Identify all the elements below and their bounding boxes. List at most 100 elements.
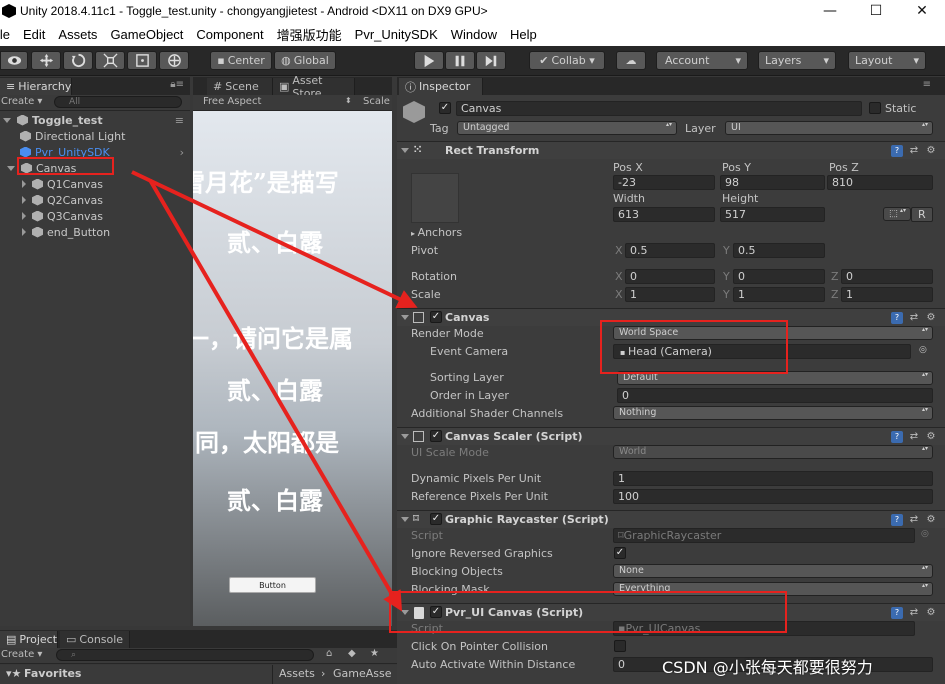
hierarchy-item-q3canvas[interactable]: Q3Canvas <box>0 208 190 224</box>
hierarchy-item-end-button[interactable]: end_Button <box>0 224 190 240</box>
menu-file[interactable]: ile <box>0 27 10 42</box>
tab-project[interactable]: ▤ Project <box>0 631 58 648</box>
filter-icon[interactable]: ⌂ <box>326 648 332 659</box>
pos-x-field[interactable]: -23 <box>613 175 715 190</box>
game-ui-button[interactable]: Button <box>229 577 316 593</box>
scene-menu-icon[interactable]: ≡ <box>175 114 184 127</box>
panel-menu-icon[interactable]: 🔒︎≡ <box>170 79 184 90</box>
gear-icon[interactable]: ⚙ <box>925 431 937 443</box>
collab-button[interactable]: ✔ Collab ▾ <box>529 51 605 70</box>
layer-dropdown[interactable]: UI <box>725 121 933 135</box>
game-view[interactable]: 雪月花”是描写 贰、白露 一，请问它是属 贰、白露 同，太阳都是 贰、白露 Bu… <box>193 111 392 626</box>
pos-z-field[interactable]: 810 <box>827 175 933 190</box>
rotation-z-field[interactable]: 0 <box>841 269 933 284</box>
help-book-icon[interactable]: ? <box>891 312 903 324</box>
tab-scene[interactable]: # Scene <box>207 78 273 95</box>
rect-tool-button[interactable] <box>127 51 157 70</box>
step-button[interactable] <box>476 51 506 70</box>
label-icon[interactable]: ◆ <box>348 648 356 659</box>
tab-inspector[interactable]: ⓘ Inspector <box>399 78 483 95</box>
event-camera-field[interactable]: ▪ Head (Camera) <box>613 344 911 359</box>
canvas-component-header[interactable]: ✓ Canvas ? ⇄ ⚙ <box>397 308 945 326</box>
gear-icon[interactable]: ⚙ <box>925 312 937 324</box>
anchor-preset-widget[interactable] <box>411 173 459 223</box>
pause-button[interactable] <box>445 51 475 70</box>
preset-icon[interactable]: ⇄ <box>908 607 920 619</box>
pvr-ui-canvas-header[interactable]: ✓ Pvr_UI Canvas (Script) ? ⇄ ⚙ <box>397 603 945 621</box>
object-picker-icon[interactable]: ◎ <box>919 345 927 355</box>
scaler-enabled-checkbox[interactable]: ✓ <box>430 430 442 442</box>
canvas-enabled-checkbox[interactable]: ✓ <box>430 311 442 323</box>
height-field[interactable]: 517 <box>720 207 825 222</box>
click-pointer-checkbox[interactable] <box>614 640 626 652</box>
hierarchy-item-q2canvas[interactable]: Q2Canvas <box>0 192 190 208</box>
menu-help[interactable]: Help <box>510 27 537 42</box>
expand-arrow-icon[interactable] <box>22 212 26 220</box>
menu-component[interactable]: Component <box>196 27 263 42</box>
blocking-objects-dropdown[interactable]: None <box>613 564 933 578</box>
expand-arrow-icon[interactable] <box>7 165 15 171</box>
tab-asset-store[interactable]: ▣ Asset Store <box>273 74 355 100</box>
pvr-enabled-checkbox[interactable]: ✓ <box>430 606 442 618</box>
help-book-icon[interactable]: ? <box>891 431 903 443</box>
star-icon[interactable]: ★ <box>370 648 379 659</box>
anchors-foldout[interactable]: ▸ Anchors <box>411 226 462 239</box>
pivot-center-button[interactable]: ▪ Center <box>210 51 272 70</box>
project-search-input[interactable]: ⌕ <box>56 649 314 661</box>
cloud-button[interactable]: ☁ <box>616 51 646 70</box>
transform-tool-button[interactable] <box>159 51 189 70</box>
reference-pixels-field[interactable]: 100 <box>613 489 933 504</box>
hierarchy-item-canvas[interactable]: Canvas <box>0 160 190 176</box>
maximize-button[interactable]: ☐ <box>853 0 899 22</box>
pivot-x-field[interactable]: 0.5 <box>625 243 715 258</box>
account-dropdown[interactable]: Account ▾ <box>656 51 748 70</box>
tab-hierarchy[interactable]: ≡ Hierarchy <box>0 78 72 95</box>
object-name-input[interactable]: Canvas <box>456 101 862 116</box>
rotation-y-field[interactable]: 0 <box>733 269 825 284</box>
preset-icon[interactable]: ⇄ <box>908 514 920 526</box>
render-mode-dropdown[interactable]: World Space <box>613 326 933 340</box>
hierarchy-item-q1canvas[interactable]: Q1Canvas <box>0 176 190 192</box>
panel-menu-icon[interactable]: ≡ <box>923 79 931 90</box>
preset-icon[interactable]: ⇄ <box>908 145 920 157</box>
rotation-x-field[interactable]: 0 <box>625 269 715 284</box>
menu-window[interactable]: Window <box>451 27 497 42</box>
layers-dropdown[interactable]: Layers ▾ <box>758 51 836 70</box>
blocking-mask-dropdown[interactable]: Everything <box>613 582 933 596</box>
play-button[interactable] <box>414 51 444 70</box>
aspect-dropdown[interactable]: Free Aspect <box>203 96 261 107</box>
hierarchy-item-directional-light[interactable]: Directional Light <box>0 128 190 144</box>
canvas-scaler-header[interactable]: ✓ Canvas Scaler (Script) ? ⇄ ⚙ <box>397 427 945 445</box>
shader-channels-dropdown[interactable]: Nothing <box>613 406 933 420</box>
help-book-icon[interactable]: ? <box>891 607 903 619</box>
help-book-icon[interactable]: ? <box>891 145 903 157</box>
fold-arrow-icon[interactable] <box>401 315 409 320</box>
expand-arrow-icon[interactable] <box>22 196 26 204</box>
gear-icon[interactable]: ⚙ <box>925 145 937 157</box>
rect-transform-header[interactable]: ⁙ Rect Transform ? ⇄ ⚙ <box>397 141 945 159</box>
preset-icon[interactable]: ⇄ <box>908 312 920 324</box>
menu-assets[interactable]: Assets <box>58 27 97 42</box>
active-checkbox[interactable]: ✓ <box>439 102 451 114</box>
layout-dropdown[interactable]: Layout ▾ <box>848 51 926 70</box>
hierarchy-search-input[interactable]: All <box>54 96 182 108</box>
preset-icon[interactable]: ⇄ <box>908 431 920 443</box>
scene-row[interactable]: Toggle_test ≡ <box>0 112 190 128</box>
scale-tool-button[interactable] <box>95 51 125 70</box>
menu-edit[interactable]: Edit <box>23 27 45 42</box>
static-checkbox[interactable] <box>869 102 881 114</box>
width-field[interactable]: 613 <box>613 207 715 222</box>
graphic-raycaster-header[interactable]: ⌑ ✓ Graphic Raycaster (Script) ? ⇄ ⚙ <box>397 510 945 528</box>
hierarchy-create-button[interactable]: Create ▾ <box>1 96 42 107</box>
project-create-button[interactable]: Create ▾ <box>1 649 42 660</box>
gear-icon[interactable]: ⚙ <box>925 607 937 619</box>
help-book-icon[interactable]: ? <box>891 514 903 526</box>
order-in-layer-field[interactable]: 0 <box>617 388 933 403</box>
fold-arrow-icon[interactable] <box>401 610 409 615</box>
rotate-tool-button[interactable] <box>63 51 93 70</box>
fold-arrow-icon[interactable] <box>401 517 409 522</box>
menu-gameobject[interactable]: GameObject <box>110 27 183 42</box>
menu-enhanced[interactable]: 增强版功能 <box>277 25 342 44</box>
gear-icon[interactable]: ⚙ <box>925 514 937 526</box>
scale-y-field[interactable]: 1 <box>733 287 825 302</box>
